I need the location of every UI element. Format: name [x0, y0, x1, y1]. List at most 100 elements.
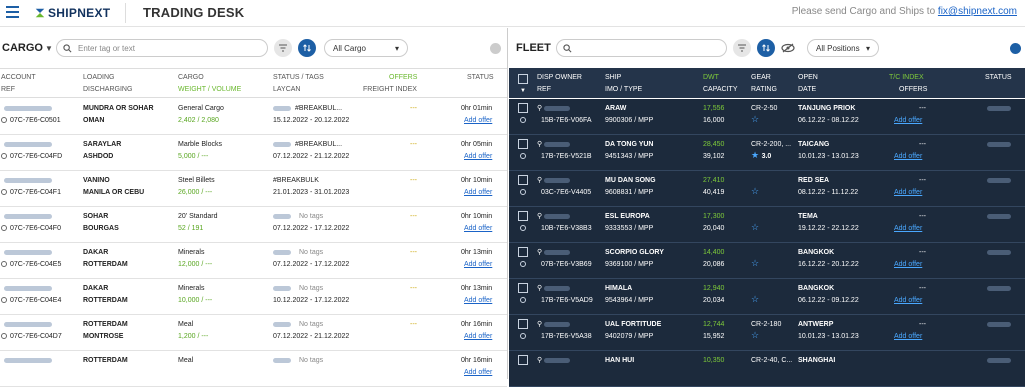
add-offer-link[interactable]: Add offer — [894, 295, 922, 306]
select-radio[interactable] — [1, 153, 7, 160]
hide-icon[interactable] — [781, 42, 797, 54]
table-row[interactable]: 07C-7E6-C04E5 DAKAR ROTTERDAM Minerals 1… — [0, 243, 507, 279]
table-row[interactable]: 07C-7E6-C0501 MUNDRA OR SOHAR OMAN Gener… — [0, 99, 507, 135]
table-row[interactable]: 07C-7E6-C04FD SARAYLAR ASHDOD Marble Blo… — [0, 135, 507, 171]
add-offer-link[interactable]: Add offer — [894, 151, 922, 162]
col-imo-type[interactable]: IMO / TYPE — [605, 84, 642, 96]
select-radio[interactable] — [1, 225, 7, 232]
select-radio[interactable] — [520, 189, 526, 196]
select-radio[interactable] — [1, 333, 7, 340]
star-icon[interactable]: ★ 3.0 — [751, 150, 771, 162]
add-offer-link[interactable]: Add offer — [464, 259, 492, 270]
star-icon[interactable]: ☆ — [751, 186, 759, 197]
col-account[interactable]: ACCOUNT — [1, 72, 36, 84]
table-row[interactable]: ⚲ 17B-7E6-V5A38 UAL FORTITUDE 9402079 / … — [509, 315, 1025, 351]
table-row[interactable]: ⚲ 17B-7E6-V521B DA TONG YUN 9451343 / MP… — [509, 135, 1025, 171]
col-status[interactable]: STATUS — [467, 72, 494, 84]
star-icon[interactable]: ☆ — [751, 294, 759, 305]
filter-button[interactable] — [274, 39, 292, 57]
star-icon[interactable]: ☆ — [751, 114, 759, 126]
select-radio[interactable] — [1, 261, 7, 268]
select-radio[interactable] — [520, 261, 526, 268]
select-radio[interactable] — [1, 189, 7, 196]
add-offer-link[interactable]: Add offer — [464, 223, 492, 234]
col-weight-volume[interactable]: WEIGHT / VOLUME — [178, 84, 241, 96]
select-radio[interactable] — [520, 153, 526, 160]
cargo-title[interactable]: CARGO ▼ — [2, 42, 53, 54]
add-offer-link[interactable]: Add offer — [894, 187, 922, 198]
star-icon[interactable]: ☆ — [751, 330, 759, 341]
select-radio[interactable] — [520, 225, 526, 232]
col-capacity[interactable]: CAPACITY — [703, 84, 738, 96]
col-tc-index[interactable]: T/C INDEX — [889, 72, 924, 84]
row-checkbox[interactable] — [518, 175, 528, 185]
col-ref[interactable]: REF — [1, 84, 15, 96]
col-status-tags[interactable]: STATUS / TAGS — [273, 72, 324, 84]
select-all-checkbox[interactable] — [518, 74, 528, 84]
star-icon[interactable]: ☆ — [751, 258, 759, 269]
table-row[interactable]: 07C-7E6-C04E4 DAKAR ROTTERDAM Minerals 1… — [0, 279, 507, 315]
add-offer-link[interactable]: Add offer — [464, 187, 492, 198]
col-open[interactable]: OPEN — [798, 72, 818, 84]
table-row[interactable]: ⚲ HAN HUI 10,350 CR-2-40, C... SHANGHAI — [509, 351, 1025, 387]
col-dwt[interactable]: DWT — [703, 72, 719, 84]
sort-button[interactable] — [757, 39, 775, 57]
add-offer-link[interactable]: Add offer — [894, 331, 922, 342]
select-radio[interactable] — [1, 117, 7, 124]
cargo-search-input[interactable]: Enter tag or text — [56, 39, 268, 57]
select-radio[interactable] — [1, 297, 7, 304]
fleet-filter-select[interactable]: All Positions ▾ — [807, 39, 879, 57]
row-checkbox[interactable] — [518, 247, 528, 257]
row-checkbox[interactable] — [518, 103, 528, 113]
col-status[interactable]: STATUS — [985, 72, 1012, 84]
row-checkbox[interactable] — [518, 355, 528, 365]
table-row[interactable]: ⚲ 15B-7E6-V06FA ARAW 9900306 / MPP 17,55… — [509, 99, 1025, 135]
fleet-title[interactable]: FLEET — [516, 42, 556, 54]
add-offer-link[interactable]: Add offer — [464, 151, 492, 162]
col-disp-owner[interactable]: DISP OWNER — [537, 72, 582, 84]
col-gear[interactable]: GEAR — [751, 72, 771, 84]
col-freight-index[interactable]: FREIGHT INDEX — [363, 84, 417, 96]
add-offer-link[interactable]: Add offer — [464, 331, 492, 342]
col-rating[interactable]: RATING — [751, 84, 777, 96]
select-radio[interactable] — [520, 117, 526, 124]
table-row[interactable]: ⚲ 10B-7E6-V38B3 ESL EUROPA 9333553 / MPP… — [509, 207, 1025, 243]
add-offer-link[interactable]: Add offer — [894, 259, 922, 270]
table-row[interactable]: ⚲ 03C-7E6-V4405 MU DAN SONG 9608831 / MP… — [509, 171, 1025, 207]
row-checkbox[interactable] — [518, 139, 528, 149]
select-radio[interactable] — [520, 333, 526, 340]
table-row[interactable]: 07C-7E6-C04F0 SOHAR BOURGAS 20' Standard… — [0, 207, 507, 243]
add-offer-link[interactable]: Add offer — [894, 223, 922, 234]
col-loading[interactable]: LOADING — [83, 72, 115, 84]
cargo-filter-select[interactable]: All Cargo ▾ — [324, 39, 408, 57]
table-row[interactable]: 07C-7E6-C04F1 VANINO MANILA OR CEBU Stee… — [0, 171, 507, 207]
col-ref[interactable]: REF — [537, 84, 551, 96]
col-offers[interactable]: OFFERS — [389, 72, 417, 84]
row-checkbox[interactable] — [518, 319, 528, 329]
col-laycan[interactable]: LAYCAN — [273, 84, 301, 96]
filter-button[interactable] — [733, 39, 751, 57]
star-icon[interactable]: ☆ — [751, 222, 759, 233]
menu-icon[interactable] — [6, 6, 19, 18]
row-checkbox[interactable] — [518, 283, 528, 293]
add-offer-link[interactable]: Add offer — [894, 115, 922, 126]
col-cargo[interactable]: CARGO — [178, 72, 204, 84]
add-offer-link[interactable]: Add offer — [464, 295, 492, 306]
add-offer-link[interactable]: Add offer — [464, 115, 492, 126]
table-row[interactable]: ROTTERDAM Meal No tags 0hr 16min Add off… — [0, 351, 507, 387]
table-row[interactable]: ⚲ 17B-7E6-V5AD9 HIMALA 9543964 / MPP 12,… — [509, 279, 1025, 315]
add-offer-link[interactable]: Add offer — [464, 367, 492, 378]
sort-down-icon[interactable]: ▼ — [520, 85, 526, 97]
col-offers[interactable]: OFFERS — [899, 84, 927, 96]
contact-email-link[interactable]: fix@shipnext.com — [938, 6, 1017, 17]
col-date[interactable]: DATE — [798, 84, 816, 96]
table-row[interactable]: ⚲ 07B-7E6-V3B69 SCORPIO GLORY 9369100 / … — [509, 243, 1025, 279]
fleet-search-input[interactable] — [556, 39, 727, 57]
col-discharging[interactable]: DISCHARGING — [83, 84, 132, 96]
sort-button[interactable] — [298, 39, 316, 57]
col-ship[interactable]: SHIP — [605, 72, 621, 84]
select-radio[interactable] — [520, 297, 526, 304]
row-checkbox[interactable] — [518, 211, 528, 221]
table-row[interactable]: 07C-7E6-C04D7 ROTTERDAM MONTROSE Meal 1,… — [0, 315, 507, 351]
logo[interactable]: SHIPNEXT — [34, 4, 110, 22]
